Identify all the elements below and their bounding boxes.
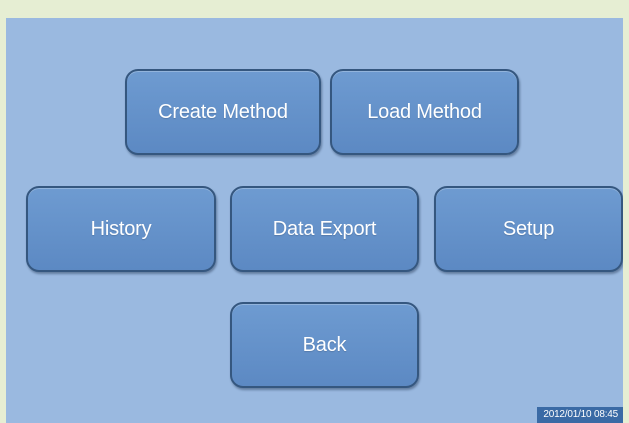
history-label: History xyxy=(90,217,152,240)
data-export-label: Data Export xyxy=(272,217,377,240)
setup-button[interactable]: Setup xyxy=(434,186,623,272)
create-method-label: Create Method xyxy=(158,100,288,123)
create-method-button[interactable]: Create Method xyxy=(125,69,321,155)
load-method-button[interactable]: Load Method xyxy=(330,69,519,155)
back-label: Back xyxy=(302,333,347,356)
main-screen: Create Method Load Method History Data E… xyxy=(6,18,623,423)
setup-label: Setup xyxy=(502,217,555,240)
history-button[interactable]: History xyxy=(26,186,216,272)
back-button[interactable]: Back xyxy=(230,302,419,388)
load-method-label: Load Method xyxy=(367,100,482,123)
data-export-button[interactable]: Data Export xyxy=(230,186,419,272)
device-frame: Create Method Load Method History Data E… xyxy=(0,0,629,423)
status-datetime: 2012/01/10 08:45 xyxy=(537,407,623,423)
